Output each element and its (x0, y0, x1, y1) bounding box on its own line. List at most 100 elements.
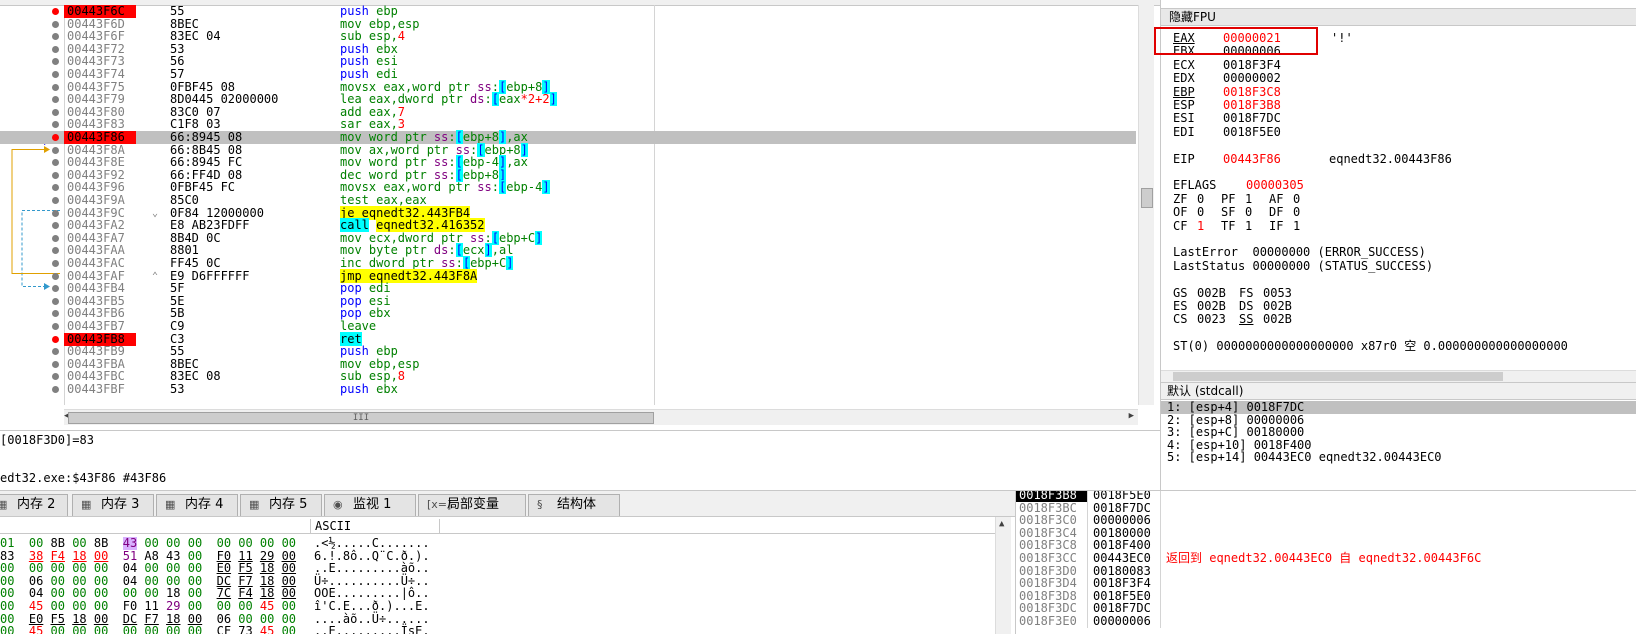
disassembly-horizontal-scrollbar[interactable]: ◀ III ▶ (64, 409, 1138, 425)
breakpoint-dot-icon[interactable] (52, 20, 59, 28)
scrollbar-thumb[interactable] (1141, 188, 1153, 208)
registers-horizontal-scrollbar[interactable] (1161, 370, 1636, 382)
segment-value[interactable]: 002B (1263, 313, 1292, 326)
breakpoint-dot-icon[interactable] (52, 285, 59, 293)
flag-value[interactable]: 0 (1197, 192, 1204, 206)
memory-dump-pane[interactable]: ASCII 01 00 8B 00 8B 43 00 00 00 00 00 00 00 .<½.....… (0, 516, 1015, 634)
breakpoint-dot-icon[interactable] (52, 348, 59, 356)
register-name: EIP (1173, 151, 1195, 166)
scroll-up-icon[interactable]: ▲ (999, 519, 1004, 529)
segment-value[interactable]: 002B (1197, 286, 1226, 300)
breakpoint-dot-icon[interactable] (52, 272, 59, 280)
segment-value[interactable]: 0053 (1263, 286, 1292, 300)
register-name: EBP (1173, 84, 1195, 99)
breakpoint-dot-icon[interactable] (52, 83, 59, 91)
tab-label: 内存 2 (17, 497, 56, 512)
register-value[interactable]: 00000305 (1246, 179, 1304, 192)
stack-pane[interactable]: 0018F3B8 0018F5E0 0018F3BC 0018F7DC 0018F3C0… (1015, 490, 1636, 634)
breakpoint-dot-icon[interactable] (52, 96, 59, 104)
flag-value[interactable]: 1 (1245, 219, 1252, 233)
segment-value[interactable]: 0023 (1197, 313, 1226, 326)
stack-row[interactable]: 0018F3E0 00000006 (1016, 615, 1636, 628)
breakpoint-dot-icon[interactable] (52, 146, 59, 154)
argument-row[interactable]: 5: [esp+14] 00443EC0 eqnedt32.00443EC0 (1161, 451, 1636, 464)
register-value[interactable]: 0018F3F4 (1223, 58, 1281, 72)
disassembly-pane[interactable]: 00443F6C 55 push ebp 00443F6D 8BEC mov ebp,es… (0, 0, 1160, 430)
flag-value[interactable]: 1 (1245, 192, 1252, 206)
breakpoint-dot-icon[interactable] (52, 71, 59, 78)
tab-3[interactable]: ▦ 内存 4 (156, 494, 238, 516)
breakpoint-dot-icon[interactable] (52, 159, 59, 167)
breakpoint-dot-icon[interactable] (52, 373, 59, 381)
breakpoint-icon[interactable] (52, 134, 59, 141)
breakpoint-icon[interactable] (52, 335, 59, 343)
tab-6[interactable]: [x=]局部变量 (418, 494, 526, 516)
breakpoint-icon[interactable] (52, 8, 59, 15)
breakpoint-dot-icon[interactable] (52, 45, 59, 53)
flag-value[interactable]: 0 (1293, 192, 1300, 206)
segment-value[interactable]: 002B (1197, 300, 1226, 313)
tab-2[interactable]: ▦ 内存 3 (72, 494, 154, 516)
breakpoint-dot-icon[interactable] (52, 386, 59, 393)
flag-value[interactable]: 0 (1245, 206, 1252, 219)
flag-value[interactable]: 1 (1197, 219, 1204, 233)
flag-value[interactable]: 0 (1293, 206, 1300, 219)
flag-value[interactable]: 1 (1293, 219, 1300, 233)
instruction-token: ss (477, 180, 492, 195)
dump-vertical-scrollbar[interactable]: ▲ (995, 517, 1011, 634)
hex-byte: 45 (28, 624, 44, 634)
call-convention-header[interactable]: 默认 (stdcall) (1161, 383, 1636, 400)
segment-name: GS (1173, 285, 1188, 300)
scrollbar-thumb[interactable]: III (68, 412, 654, 424)
call-convention-pane[interactable]: 默认 (stdcall) 1: [esp+4] 0018F7DC 2: [esp+… (1160, 382, 1636, 490)
tab-7[interactable]: § 结构体 (528, 494, 620, 516)
tab-5[interactable]: ◉ 监视 1 (324, 494, 416, 516)
tab-1[interactable]: ▦ 内存 2 (0, 494, 68, 516)
register-value[interactable]: 0018F3C8 (1223, 85, 1281, 99)
hex-byte: CF (216, 624, 232, 634)
instruction-token: ebp+C (470, 256, 507, 270)
breakpoint-dot-icon[interactable] (52, 209, 59, 217)
register-value[interactable]: 00443F86 (1223, 152, 1281, 166)
instruction-token: 4 (397, 29, 406, 44)
tab-4[interactable]: ▦ 内存 5 (240, 494, 322, 516)
scroll-right-icon[interactable]: ▶ (1129, 411, 1134, 421)
eax-highlight-box (1154, 27, 1318, 55)
breakpoint-dot-icon[interactable] (52, 297, 59, 305)
register-value[interactable]: 0018F7DC (1223, 112, 1281, 125)
breakpoint-dot-icon[interactable] (52, 360, 59, 368)
instruction-token: : (491, 180, 499, 195)
info-line-1: [0018F3D0]=83 (0, 433, 94, 447)
hex-byte: 00 (50, 624, 65, 634)
instruction-token: ss (441, 256, 456, 270)
instruction-token: : (484, 92, 492, 107)
register-value[interactable]: 0018F3B8 (1223, 99, 1281, 112)
register-value[interactable]: 0018F5E0 (1223, 125, 1281, 139)
ascii-text: ..E.........ÏsE. (314, 624, 430, 634)
breakpoint-dot-icon[interactable] (52, 247, 59, 255)
instruction-token: : (455, 256, 463, 270)
breakpoint-dot-icon[interactable] (52, 222, 59, 230)
breakpoint-dot-icon[interactable] (52, 310, 59, 318)
breakpoint-dot-icon[interactable] (52, 171, 59, 179)
hex-byte: 00 (166, 624, 181, 634)
breakpoint-dot-icon[interactable] (52, 234, 59, 242)
disassembly-row[interactable]: 00443FBF 53 push ebx (0, 383, 1136, 396)
breakpoint-dot-icon[interactable] (52, 108, 59, 116)
registers-pane[interactable]: 隐藏FPU EAX 00000021 '!' EBX 00000006 ECX 0018F3… (1160, 0, 1636, 382)
register-value[interactable]: 00000002 (1223, 72, 1281, 85)
register-name: EDI (1173, 124, 1195, 139)
disassembly-vertical-scrollbar[interactable] (1138, 5, 1154, 405)
segment-value[interactable]: 002B (1263, 300, 1292, 313)
flag-value[interactable]: 0 (1197, 206, 1204, 219)
registers-header[interactable]: 隐藏FPU (1161, 8, 1636, 26)
breakpoint-dot-icon[interactable] (52, 184, 59, 192)
scrollbar-thumb[interactable] (1173, 372, 1503, 381)
breakpoint-dot-icon[interactable] (52, 260, 59, 267)
breakpoint-dot-icon[interactable] (52, 121, 59, 129)
breakpoint-dot-icon[interactable] (52, 33, 59, 41)
breakpoint-dot-icon[interactable] (52, 58, 59, 66)
breakpoint-dot-icon[interactable] (52, 197, 59, 204)
memory-icon: ▦ (81, 498, 92, 511)
breakpoint-dot-icon[interactable] (52, 323, 59, 330)
